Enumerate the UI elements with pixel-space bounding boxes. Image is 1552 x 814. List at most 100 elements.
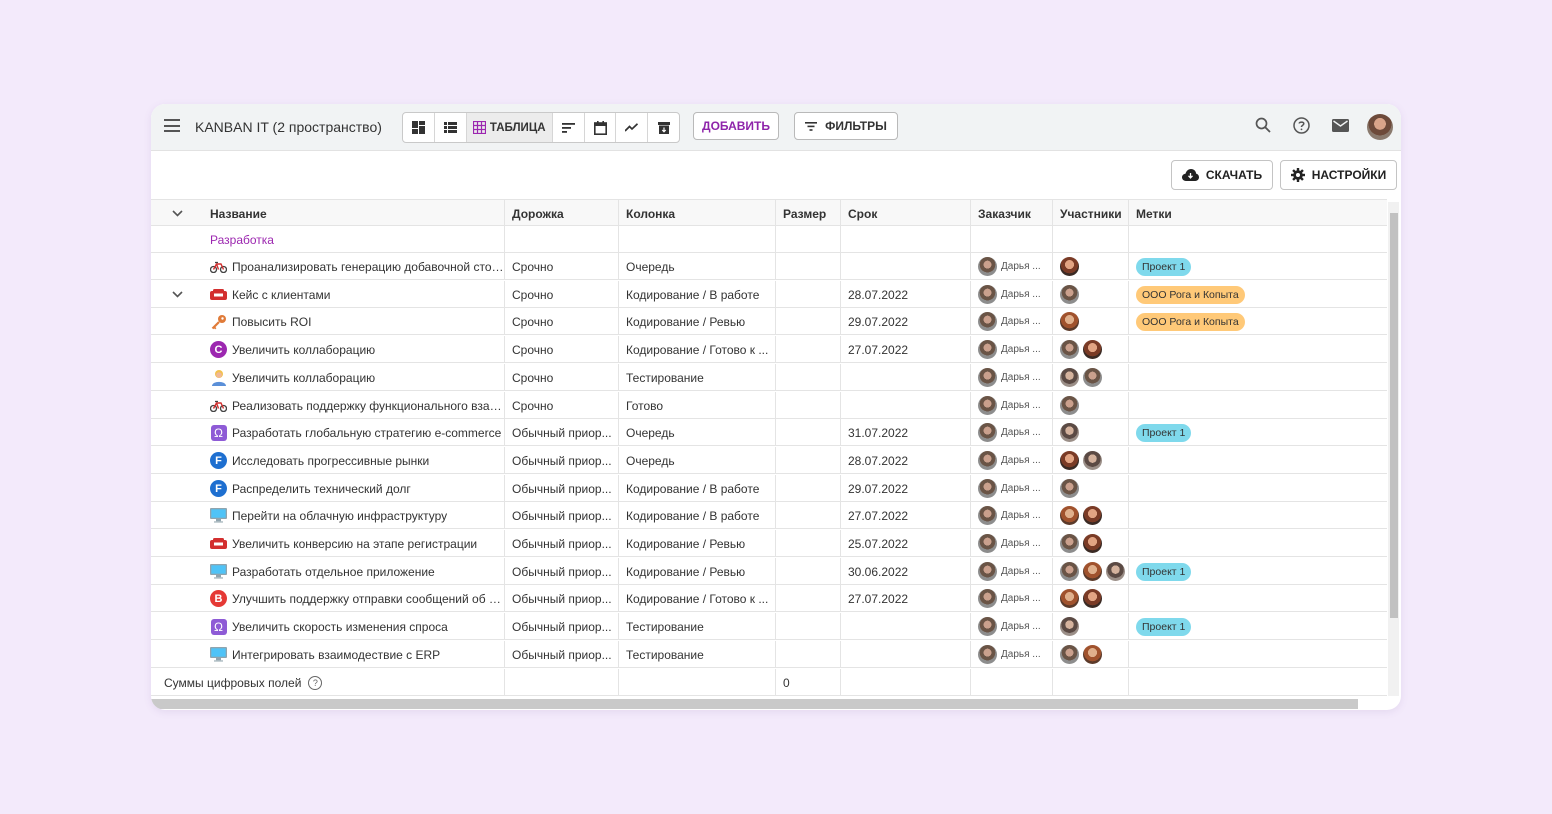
- due-cell[interactable]: 29.07.2022: [841, 475, 971, 502]
- collapse-all-toggle[interactable]: [151, 200, 203, 227]
- table-row[interactable]: B Улучшить поддержку отправки сообщений о…: [151, 585, 1387, 612]
- table-view-button[interactable]: ТАБЛИЦА: [466, 113, 553, 142]
- member-avatar[interactable]: [1060, 368, 1079, 387]
- lane-cell[interactable]: Срочно: [505, 364, 619, 391]
- task-name[interactable]: Реализовать поддержку функционального вз…: [232, 399, 504, 413]
- kanban-view-button[interactable]: [403, 113, 435, 142]
- due-cell[interactable]: 27.07.2022: [841, 336, 971, 363]
- customer-cell[interactable]: Дарья ...: [971, 336, 1053, 363]
- task-name[interactable]: Кейс с клиентами: [232, 288, 330, 302]
- member-avatar[interactable]: [1060, 534, 1079, 553]
- task-name[interactable]: Разработать отдельное приложение: [232, 565, 435, 579]
- tag-chip[interactable]: Проект 1: [1136, 617, 1192, 636]
- task-name[interactable]: Распределить технический долг: [232, 482, 411, 496]
- member-avatar[interactable]: [1083, 589, 1102, 608]
- task-name-cell[interactable]: Увеличить коллаборацию: [203, 364, 505, 391]
- due-cell[interactable]: [841, 392, 971, 419]
- help-icon[interactable]: ?: [308, 675, 323, 690]
- tags-cell[interactable]: [1129, 530, 1387, 557]
- calendar-view-button[interactable]: [585, 113, 617, 142]
- size-cell[interactable]: [776, 475, 841, 502]
- customer-cell[interactable]: Дарья ...: [971, 419, 1053, 446]
- member-avatar[interactable]: [1083, 645, 1102, 664]
- sort-button[interactable]: [553, 113, 585, 142]
- size-cell[interactable]: [776, 585, 841, 612]
- member-avatar[interactable]: [1060, 423, 1079, 442]
- customer-cell[interactable]: Дарья ...: [971, 613, 1053, 640]
- members-cell[interactable]: [1053, 613, 1129, 640]
- task-name[interactable]: Увеличить конверсию на этапе регистрации: [232, 537, 477, 551]
- header-name[interactable]: Название: [203, 200, 505, 227]
- due-cell[interactable]: 28.07.2022: [841, 447, 971, 474]
- member-avatar[interactable]: [1060, 562, 1079, 581]
- due-cell[interactable]: 29.07.2022: [841, 308, 971, 335]
- table-row[interactable]: Проанализировать генерацию добавочной ст…: [151, 253, 1387, 280]
- column-cell[interactable]: Кодирование / В работе: [619, 281, 776, 308]
- member-avatar[interactable]: [1060, 340, 1079, 359]
- table-row[interactable]: F Исследовать прогрессивные рынки Обычный …: [151, 447, 1387, 474]
- table-row[interactable]: Интегрировать взаимодествие с ERP Обычный…: [151, 641, 1387, 668]
- table-row[interactable]: Увеличить коллаборацию Срочно Тестирование…: [151, 364, 1387, 391]
- customer-cell[interactable]: Дарья ...: [971, 447, 1053, 474]
- due-cell[interactable]: [841, 253, 971, 280]
- customer-cell[interactable]: Дарья ...: [971, 364, 1053, 391]
- member-avatar[interactable]: [1060, 312, 1079, 331]
- column-cell[interactable]: Тестирование: [619, 613, 776, 640]
- tags-cell[interactable]: ООО Рога и Копыта: [1129, 281, 1387, 308]
- tags-cell[interactable]: ООО Рога и Копыта: [1129, 308, 1387, 335]
- member-avatar[interactable]: [1083, 506, 1102, 525]
- due-cell[interactable]: 30.06.2022: [841, 558, 971, 585]
- header-lane[interactable]: Дорожка: [505, 200, 619, 227]
- due-cell[interactable]: 27.07.2022: [841, 585, 971, 612]
- task-name[interactable]: Исследовать прогрессивные рынки: [232, 454, 429, 468]
- member-avatar[interactable]: [1083, 368, 1102, 387]
- members-cell[interactable]: [1053, 392, 1129, 419]
- column-cell[interactable]: Кодирование / В работе: [619, 475, 776, 502]
- members-cell[interactable]: [1053, 558, 1129, 585]
- due-cell[interactable]: 27.07.2022: [841, 502, 971, 529]
- lane-cell[interactable]: Срочно: [505, 392, 619, 419]
- table-row[interactable]: F Распределить технический долг Обычный пр…: [151, 475, 1387, 502]
- menu-icon[interactable]: [164, 119, 180, 132]
- members-cell[interactable]: [1053, 641, 1129, 668]
- members-cell[interactable]: [1053, 475, 1129, 502]
- column-cell[interactable]: Кодирование / Готово к ...: [619, 336, 776, 363]
- table-row[interactable]: Кейс с клиентами Срочно Кодирование / В ра…: [151, 281, 1387, 308]
- column-cell[interactable]: Очередь: [619, 253, 776, 280]
- due-cell[interactable]: [841, 364, 971, 391]
- members-cell[interactable]: [1053, 585, 1129, 612]
- size-cell[interactable]: [776, 641, 841, 668]
- member-avatar[interactable]: [1060, 617, 1079, 636]
- task-name-cell[interactable]: C Увеличить коллаборацию: [203, 336, 505, 363]
- members-cell[interactable]: [1053, 502, 1129, 529]
- task-name-cell[interactable]: Кейс с клиентами: [203, 281, 505, 308]
- table-row[interactable]: Реализовать поддержку функционального вз…: [151, 392, 1387, 419]
- table-row[interactable]: Ω Разработать глобальную стратегию e-comm…: [151, 419, 1387, 446]
- size-cell[interactable]: [776, 364, 841, 391]
- task-name-cell[interactable]: Разработать отдельное приложение: [203, 558, 505, 585]
- member-avatar[interactable]: [1060, 645, 1079, 664]
- filters-button[interactable]: ФИЛЬТРЫ: [794, 112, 898, 140]
- task-name[interactable]: Разработать глобальную стратегию e-comme…: [232, 426, 501, 440]
- size-cell[interactable]: [776, 530, 841, 557]
- members-cell[interactable]: [1053, 447, 1129, 474]
- tag-chip[interactable]: Проект 1: [1136, 562, 1192, 581]
- archive-button[interactable]: [648, 113, 679, 142]
- due-cell[interactable]: 28.07.2022: [841, 281, 971, 308]
- column-cell[interactable]: Кодирование / Ревью: [619, 308, 776, 335]
- lane-cell[interactable]: Срочно: [505, 253, 619, 280]
- list-view-button[interactable]: [435, 113, 467, 142]
- task-name[interactable]: Перейти на облачную инфраструктуру: [232, 509, 447, 523]
- task-name-cell[interactable]: Реализовать поддержку функционального вз…: [203, 392, 505, 419]
- member-avatar[interactable]: [1083, 451, 1102, 470]
- customer-cell[interactable]: Дарья ...: [971, 308, 1053, 335]
- size-cell[interactable]: [776, 613, 841, 640]
- download-button[interactable]: СКАЧАТЬ: [1171, 160, 1273, 190]
- task-name[interactable]: Интегрировать взаимодествие с ERP: [232, 648, 440, 662]
- settings-button[interactable]: НАСТРОЙКИ: [1280, 160, 1397, 190]
- column-cell[interactable]: Кодирование / В работе: [619, 502, 776, 529]
- task-name-cell[interactable]: Перейти на облачную инфраструктуру: [203, 502, 505, 529]
- lane-cell[interactable]: Обычный приор...: [505, 641, 619, 668]
- size-cell[interactable]: [776, 308, 841, 335]
- header-due[interactable]: Срок: [841, 200, 971, 227]
